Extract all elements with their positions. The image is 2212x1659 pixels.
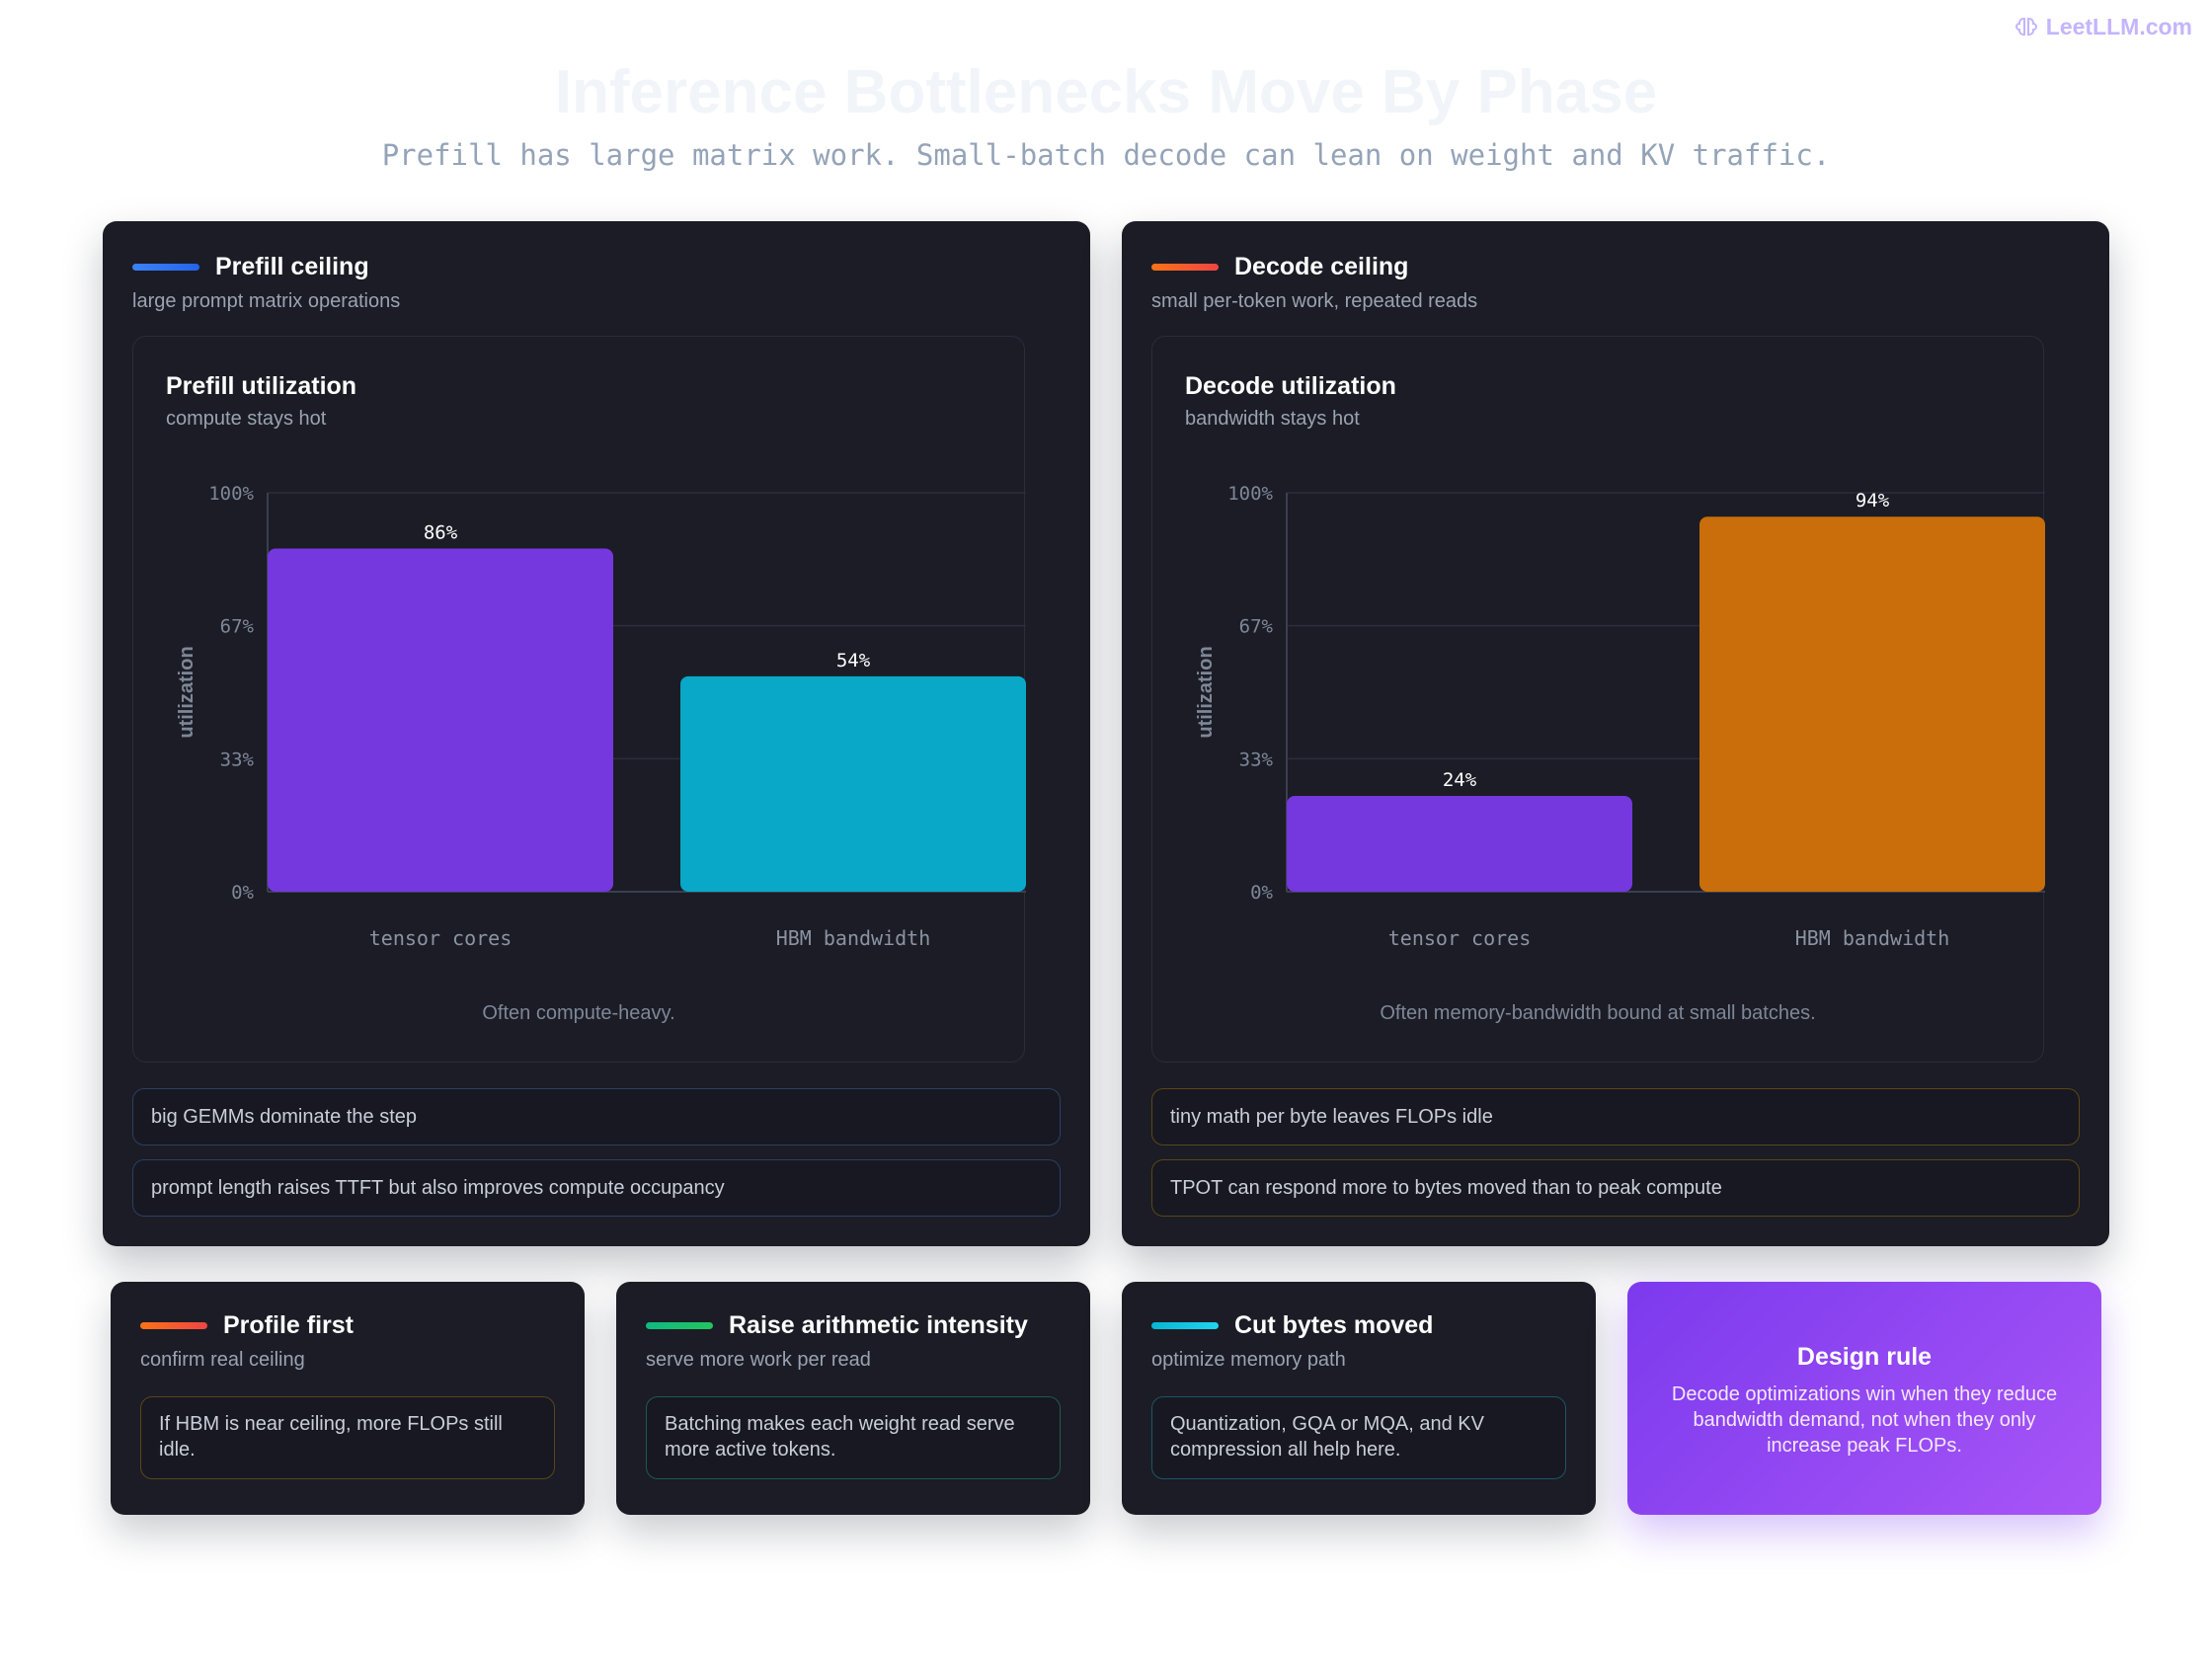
accent-bar — [1151, 264, 1219, 271]
page-subtitle: Prefill has large matrix work. Small-bat… — [381, 138, 1831, 172]
y-tick-label: 100% — [208, 483, 254, 505]
x-tick-label: tensor cores — [369, 926, 513, 950]
accent-bar — [1151, 1322, 1219, 1329]
bar-hbm-bandwidth — [1699, 516, 2045, 892]
bar-value-label: 86% — [424, 522, 458, 544]
y-tick-label: 33% — [220, 749, 255, 770]
decode-chart-note: Often memory-bandwidth bound at small ba… — [1380, 1002, 1816, 1024]
prefill-subtitle: large prompt matrix operations — [132, 290, 401, 312]
prefill-pill-prompt-length: prompt length raises TTFT but also impro… — [132, 1159, 1061, 1217]
design-rule-title: Design rule — [1796, 1343, 1933, 1371]
brand-logo[interactable]: LeetLLM.com — [2014, 14, 2192, 40]
bar-tensor-cores — [268, 548, 613, 892]
brain-icon — [2014, 17, 2037, 36]
card-title: Raise arithmetic intensity — [729, 1311, 1028, 1339]
card-text: If HBM is near ceiling, more FLOPs still… — [140, 1396, 555, 1479]
accent-bar — [140, 1322, 207, 1329]
bar-tensor-cores — [1287, 796, 1632, 892]
card-header: Cut bytes moved — [1151, 1311, 1433, 1340]
x-tick-label: HBM bandwidth — [776, 926, 931, 950]
page-title: Inference Bottlenecks Move By Phase — [554, 58, 1658, 126]
y-tick-label: 100% — [1227, 483, 1273, 505]
decode-panel: Decode ceiling small per-token work, rep… — [1122, 221, 2109, 1246]
profile-first-card: Profile first confirm real ceiling If HB… — [111, 1282, 585, 1515]
prefill-chart-note: Often compute-heavy. — [482, 1002, 675, 1024]
card-text: Batching makes each weight read serve mo… — [646, 1396, 1061, 1479]
accent-bar — [132, 264, 199, 271]
x-tick-label: tensor cores — [1388, 926, 1532, 950]
card-subtitle: optimize memory path — [1151, 1349, 1346, 1371]
y-axis-label: utilization — [1195, 646, 1217, 738]
prefill-title: Prefill ceiling — [215, 253, 369, 280]
y-tick-label: 67% — [1239, 616, 1274, 638]
decode-chart-card: Decode utilization bandwidth stays hot 0… — [1151, 336, 2045, 1063]
decode-title: Decode ceiling — [1234, 253, 1409, 280]
prefill-pill-gemms: big GEMMs dominate the step — [132, 1088, 1061, 1146]
card-header: Profile first — [140, 1311, 354, 1340]
bar-value-label: 54% — [836, 650, 871, 672]
x-tick-label: HBM bandwidth — [1795, 926, 1950, 950]
decode-pill-tpot: TPOT can respond more to bytes moved tha… — [1151, 1159, 2080, 1217]
decode-pill-tiny-math: tiny math per byte leaves FLOPs idle — [1151, 1088, 2080, 1146]
prefill-chart-card: Prefill utilization compute stays hot 0%… — [132, 336, 1026, 1063]
cut-bytes-card: Cut bytes moved optimize memory path Qua… — [1122, 1282, 1596, 1515]
design-rule-text: Decode optimizations win when they reduc… — [1671, 1383, 2058, 1457]
brand-name: LeetLLM.com — [2045, 14, 2192, 40]
card-title: Profile first — [223, 1311, 354, 1339]
design-rule-card: Design rule Decode optimizations win whe… — [1627, 1282, 2101, 1515]
arithmetic-intensity-card: Raise arithmetic intensity serve more wo… — [616, 1282, 1090, 1515]
card-subtitle: confirm real ceiling — [140, 1349, 305, 1371]
decode-utilization-chart: 0% 33% 67% 100% utilization 24% tensor cores 94… — [1195, 483, 2045, 950]
decode-header: Decode ceiling — [1151, 253, 1408, 281]
card-header: Raise arithmetic intensity — [646, 1311, 1028, 1340]
bar-value-label: 94% — [1856, 490, 1890, 512]
accent-bar — [646, 1322, 713, 1329]
prefill-header: Prefill ceiling — [132, 253, 369, 281]
y-axis-label: utilization — [176, 646, 198, 738]
y-tick-label: 0% — [1250, 882, 1273, 904]
card-title: Cut bytes moved — [1234, 1311, 1434, 1339]
prefill-panel: Prefill ceiling large prompt matrix oper… — [103, 221, 1090, 1246]
y-tick-label: 67% — [220, 616, 255, 638]
y-tick-label: 0% — [231, 882, 254, 904]
card-subtitle: serve more work per read — [646, 1349, 871, 1371]
y-tick-label: 33% — [1239, 749, 1274, 770]
card-text: Quantization, GQA or MQA, and KV compres… — [1151, 1396, 1566, 1479]
prefill-utilization-chart: 0% 33% 67% 100% utilization 86% tensor cores 54… — [176, 483, 1026, 950]
bar-hbm-bandwidth — [680, 675, 1026, 892]
decode-subtitle: small per-token work, repeated reads — [1151, 290, 1478, 312]
bar-value-label: 24% — [1443, 769, 1477, 791]
